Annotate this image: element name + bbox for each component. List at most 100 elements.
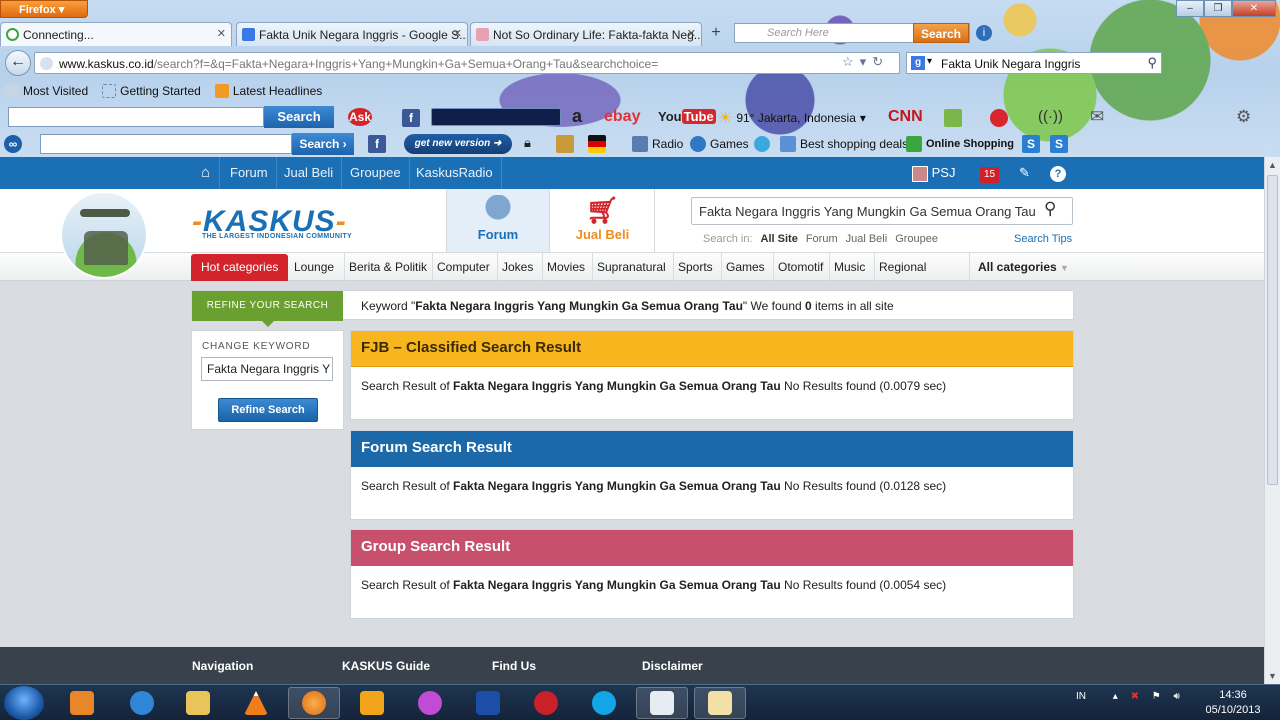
hot-categories-tab[interactable]: Hot categories [191,254,289,281]
dice-icon[interactable] [990,109,1008,127]
network-icon[interactable]: ✖ [1131,691,1139,702]
category-berita-politik[interactable]: Berita & Politik [344,253,431,281]
category-otomotif[interactable]: Otomotif [773,253,827,281]
skype-taskbar-icon[interactable] [578,687,630,719]
weather-widget[interactable]: ☀ 91° Jakarta, Indonesia ▾ [718,108,866,128]
facebook-icon[interactable]: f [368,135,386,153]
scroll-up-icon[interactable]: ▲ [1268,160,1277,170]
bookmark-latest-headlines[interactable]: Latest Headlines [210,81,327,101]
signal-icon[interactable]: ((·)) [1038,108,1063,125]
back-button[interactable]: ← [5,50,31,76]
winamp-icon[interactable] [346,687,398,719]
search-icon[interactable]: ⚲ [1147,55,1157,71]
best-shopping-link[interactable]: Best shopping deals [780,136,908,152]
close-tab-icon[interactable]: ✕ [687,27,696,40]
category-supranatural[interactable]: Supranatural [592,253,670,281]
maps-icon[interactable] [944,109,962,127]
ebay-icon[interactable]: ebay [604,108,640,126]
info-icon[interactable]: i [976,25,992,41]
youtube-icon[interactable]: You Tube [658,109,716,124]
bookmark-most-visited[interactable]: Most Visited [0,81,93,101]
close-window-button[interactable]: ✕ [1232,0,1276,17]
media-center-icon[interactable] [56,687,108,719]
user-menu[interactable]: PSJ [912,157,955,189]
action-center-icon[interactable]: ⚑ [1152,691,1161,702]
topnav-groupee[interactable]: Groupee [342,157,410,189]
all-categories-dropdown[interactable]: All categories ▼ [969,253,1077,281]
category-movies[interactable]: Movies [542,253,589,281]
web-search-input[interactable]: g ▾ Fakta Unik Negara Inggris ⚲ [906,52,1162,74]
scrollbar-thumb[interactable] [1267,175,1278,485]
control-panel-icon[interactable] [636,687,688,719]
ask-logo-icon[interactable]: Ask [348,108,372,126]
bookmark-star-icon[interactable]: ☆ [842,54,860,69]
jualbeli-big-link[interactable]: 🛒︎ Jual Beli [551,189,655,252]
search-in-forum[interactable]: Forum [806,233,838,245]
search-in-all-site[interactable]: All Site [761,233,798,245]
internet-explorer-icon[interactable] [116,687,168,719]
category-jokes[interactable]: Jokes [497,253,537,281]
explorer-icon[interactable] [172,687,224,719]
kaskus-search-input[interactable]: Fakta Negara Inggris Yang Mungkin Ga Sem… [691,197,1073,225]
mail-icon[interactable]: ✉ [1090,107,1104,127]
cnn-icon[interactable]: CNN [888,108,923,126]
game-icon[interactable] [404,687,456,719]
vertical-scrollbar[interactable]: ▲ ▼ [1264,157,1280,684]
vlc-icon[interactable] [230,687,282,719]
chevron-down-icon[interactable]: ▾ [927,56,932,67]
search-icon[interactable]: ⚲ [1044,199,1056,219]
reload-icon[interactable]: ↻ [872,54,889,69]
tab-google-search[interactable]: Fakta Unik Negara Inggris - Google S... … [236,22,468,46]
skype-20-icon[interactable]: S [1022,135,1040,153]
forum-big-link[interactable]: Forum [446,189,550,252]
url-bar[interactable]: www.kaskus.co.id/search?f=&q=Fakta+Negar… [34,52,900,74]
lock-icon[interactable]: 🔒︎ [524,135,531,151]
toolbar-search-button[interactable]: Search [913,23,969,43]
paint-icon[interactable] [694,687,746,719]
get-new-version-button[interactable]: get new version ➜ [404,134,512,154]
twitter-icon[interactable] [754,136,770,152]
close-tab-icon[interactable]: ✕ [453,27,462,40]
bookmark-getting-started[interactable]: Getting Started [97,81,206,101]
notifications[interactable]: 15 [980,157,1000,189]
change-keyword-input[interactable]: Fakta Negara Inggris Y [201,357,333,381]
ask-search-button[interactable]: Search [264,106,334,128]
topnav-jualbeli[interactable]: Jual Beli [276,157,343,189]
kaskus-mascot-logo[interactable] [60,191,148,279]
history-dropdown-icon[interactable]: ▾ [860,54,873,69]
refine-your-search-tab[interactable]: REFINE YOUR SEARCH [192,291,343,327]
close-tab-icon[interactable]: ✕ [217,27,226,40]
minimize-button[interactable]: – [1176,0,1204,17]
help-icon[interactable]: ? [1050,157,1066,189]
media-player[interactable] [431,108,561,126]
tab-connecting[interactable]: Connecting... ✕ [0,22,232,46]
clock[interactable]: 14:36 05/10/2013 [1200,688,1266,718]
language-indicator[interactable]: IN [1076,691,1086,702]
topnav-forum[interactable]: Forum [222,157,277,189]
facebook-icon[interactable]: f [402,109,420,127]
news-icon[interactable] [556,135,574,153]
pencil-icon[interactable]: ✎ [1019,157,1030,189]
start-button[interactable] [4,686,44,720]
topnav-kaskusradio[interactable]: KaskusRadio [408,157,502,189]
search-in-jualbeli[interactable]: Jual Beli [846,233,888,245]
category-music[interactable]: Music [829,253,869,281]
category-lounge[interactable]: Lounge [290,253,338,281]
flag-icon[interactable] [588,135,606,153]
tab-blog[interactable]: Not So Ordinary Life: Fakta-fakta Neg...… [470,22,702,46]
toolbar-logo-icon[interactable]: ∞ [4,135,22,153]
online-shopping-link[interactable]: Online Shopping [906,136,1014,152]
volume-icon[interactable]: 🔊︎ [1174,691,1180,702]
gear-icon[interactable]: ⚙ [1236,107,1251,127]
radio-link[interactable]: Radio [632,136,683,152]
toolbar2-search-input[interactable] [40,134,292,154]
firefox-taskbar-icon[interactable] [288,687,340,719]
firefox-menu-button[interactable]: Firefox ▾ [0,0,88,18]
home-icon[interactable]: ⌂ [192,157,220,189]
category-regional[interactable]: Regional [874,253,930,281]
refine-search-button[interactable]: Refine Search [218,398,318,422]
category-games[interactable]: Games [721,253,769,281]
amazon-icon[interactable]: a [572,106,582,127]
category-sports[interactable]: Sports [673,253,717,281]
category-computer[interactable]: Computer [432,253,494,281]
